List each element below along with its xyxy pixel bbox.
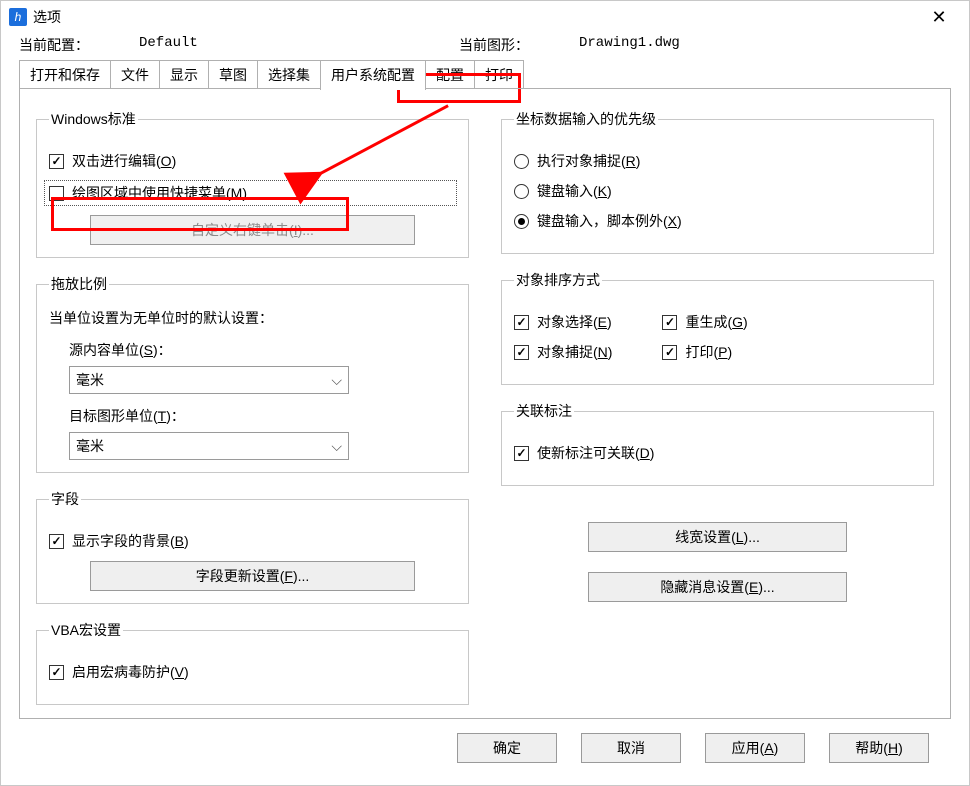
radio-icon [514,214,529,229]
group-legend: Windows标准 [49,109,138,129]
checkbox-sort-select[interactable]: 对象选择(E) [514,312,612,332]
button-cancel[interactable]: 取消 [581,733,681,763]
button-field-update[interactable]: 字段更新设置(F)... [90,561,416,591]
group-legend: 坐标数据输入的优先级 [514,109,658,129]
button-lineweight[interactable]: 线宽设置(L)... [588,522,848,552]
checkbox-sort-regen[interactable]: 重生成(G) [662,312,747,332]
checkbox-dblclick-edit[interactable]: 双击进行编辑(O) [49,151,456,171]
tab-print[interactable]: 打印 [474,60,524,89]
chevron-down-icon: ⌵ [331,372,342,389]
radio-obj-snap[interactable]: 执行对象捕捉(R) [514,151,921,171]
app-icon: h [9,8,27,26]
tab-drafting[interactable]: 草图 [208,60,258,89]
checkbox-new-dim-assoc[interactable]: 使新标注可关联(D) [514,443,921,463]
group-vba: VBA宏设置 启用宏病毒防护(V) [36,620,469,705]
current-drawing-value: Drawing1.dwg [579,35,680,55]
check-icon [49,534,64,549]
group-legend: VBA宏设置 [49,620,123,640]
check-icon [662,345,677,360]
left-column: Windows标准 双击进行编辑(O) 绘图区域中使用快捷菜单(M) 自定义右键… [20,99,485,718]
tab-profiles[interactable]: 配置 [425,60,475,89]
radio-kb-script-except[interactable]: 键盘输入，脚本例外(X) [514,211,921,231]
group-insert-scale: 拖放比例 当单位设置为无单位时的默认设置： 源内容单位(S)： 毫米 ⌵ 目标图… [36,274,469,473]
checkbox-label: 双击进行编辑(O) [72,151,176,171]
tab-user-prefs[interactable]: 用户系统配置 [320,60,426,90]
group-windows-standard: Windows标准 双击进行编辑(O) 绘图区域中使用快捷菜单(M) 自定义右键… [36,109,469,258]
target-unit-label: 目标图形单位(T)： [69,406,456,426]
combo-target-unit[interactable]: 毫米 ⌵ [69,432,349,460]
group-sort-method: 对象排序方式 对象选择(E) 对象捕捉(N) 重生成(G) [501,270,934,385]
checkbox-label: 对象选择(E) [537,312,612,332]
tab-content: Windows标准 双击进行编辑(O) 绘图区域中使用快捷菜单(M) 自定义右键… [19,89,951,719]
group-coord-priority: 坐标数据输入的优先级 执行对象捕捉(R) 键盘输入(K) 键盘输入，脚本例外(X… [501,109,934,254]
checkbox-label: 打印(P) [685,342,732,362]
check-icon [662,315,677,330]
dialog-button-bar: 确定 取消 应用(A) 帮助(H) [1,719,969,763]
radio-kb-input[interactable]: 键盘输入(K) [514,181,921,201]
radio-label: 键盘输入，脚本例外(X) [537,211,682,231]
current-profile-label: 当前配置： [19,35,89,55]
check-icon [514,315,529,330]
check-icon [49,665,64,680]
close-button[interactable]: ✕ [917,2,961,32]
right-column: 坐标数据输入的优先级 执行对象捕捉(R) 键盘输入(K) 键盘输入，脚本例外(X… [485,99,950,718]
group-assoc-dim: 关联标注 使新标注可关联(D) [501,401,934,486]
scale-hint: 当单位设置为无单位时的默认设置： [49,308,456,328]
tab-files[interactable]: 文件 [110,60,160,89]
check-icon [49,154,64,169]
check-icon [514,345,529,360]
check-icon [514,446,529,461]
button-ok[interactable]: 确定 [457,733,557,763]
group-legend: 拖放比例 [49,274,109,294]
checkbox-label: 对象捕捉(N) [537,342,612,362]
button-custom-right-click: 自定义右键单击(I)... [90,215,416,245]
radio-label: 键盘输入(K) [537,181,612,201]
window-title: 选项 [33,7,61,27]
checkbox-field-bg[interactable]: 显示字段的背景(B) [49,531,456,551]
profile-row: 当前配置： Default 当前图形： Drawing1.dwg [1,33,969,61]
group-legend: 关联标注 [514,401,574,421]
title-bar: h 选项 ✕ [1,1,969,33]
checkbox-label: 显示字段的背景(B) [72,531,189,551]
checkbox-sort-snap[interactable]: 对象捕捉(N) [514,342,612,362]
source-unit-label: 源内容单位(S)： [69,340,456,360]
group-legend: 字段 [49,489,81,509]
tab-selection[interactable]: 选择集 [257,60,321,89]
radio-icon [514,184,529,199]
checkbox-label: 绘图区域中使用快捷菜单(M) [72,183,247,203]
current-profile-value: Default [139,35,198,55]
combo-source-unit[interactable]: 毫米 ⌵ [69,366,349,394]
radio-icon [514,154,529,169]
radio-label: 执行对象捕捉(R) [537,151,640,171]
button-apply[interactable]: 应用(A) [705,733,805,763]
current-drawing-label: 当前图形： [459,35,529,55]
checkbox-shortcut-menu[interactable]: 绘图区域中使用快捷菜单(M) [45,181,456,205]
combo-value: 毫米 [76,436,104,456]
group-fields: 字段 显示字段的背景(B) 字段更新设置(F)... [36,489,469,604]
check-icon [49,186,64,201]
combo-value: 毫米 [76,370,104,390]
checkbox-macro-virus[interactable]: 启用宏病毒防护(V) [49,662,456,682]
tab-open-save[interactable]: 打开和保存 [19,60,111,89]
group-legend: 对象排序方式 [514,270,602,290]
chevron-down-icon: ⌵ [331,438,342,455]
button-help[interactable]: 帮助(H) [829,733,929,763]
checkbox-label: 重生成(G) [685,312,747,332]
tab-display[interactable]: 显示 [159,60,209,89]
tab-strip: 打开和保存 文件 显示 草图 选择集 用户系统配置 配置 打印 [1,61,969,89]
checkbox-label: 启用宏病毒防护(V) [72,662,189,682]
checkbox-sort-print[interactable]: 打印(P) [662,342,747,362]
checkbox-label: 使新标注可关联(D) [537,443,654,463]
button-hidden-msg[interactable]: 隐藏消息设置(E)... [588,572,848,602]
